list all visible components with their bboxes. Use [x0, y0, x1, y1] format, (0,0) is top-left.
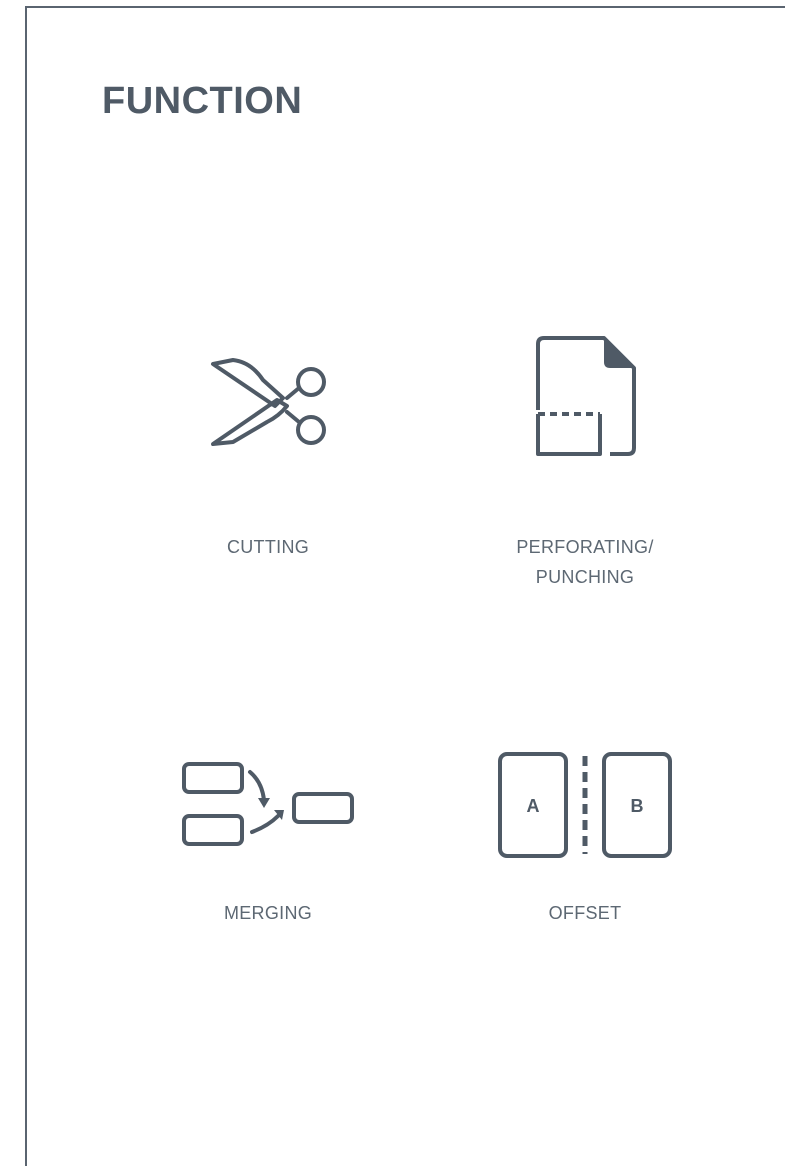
label-cutting: CUTTING	[226, 537, 310, 557]
merge-icon	[182, 762, 354, 846]
offset-letter-b: B	[631, 796, 644, 816]
label-perforating: PERFORATING/ PUNCHING	[516, 537, 654, 587]
perforated-page-icon	[536, 336, 636, 456]
label-offset: OFFSET	[548, 903, 622, 923]
offset-stack-icon: A B	[498, 752, 672, 858]
page-title: FUNCTION	[102, 80, 303, 122]
scissors-icon	[211, 358, 326, 446]
offset-letter-a: A	[527, 796, 540, 816]
label-merging: MERGING	[223, 903, 313, 923]
